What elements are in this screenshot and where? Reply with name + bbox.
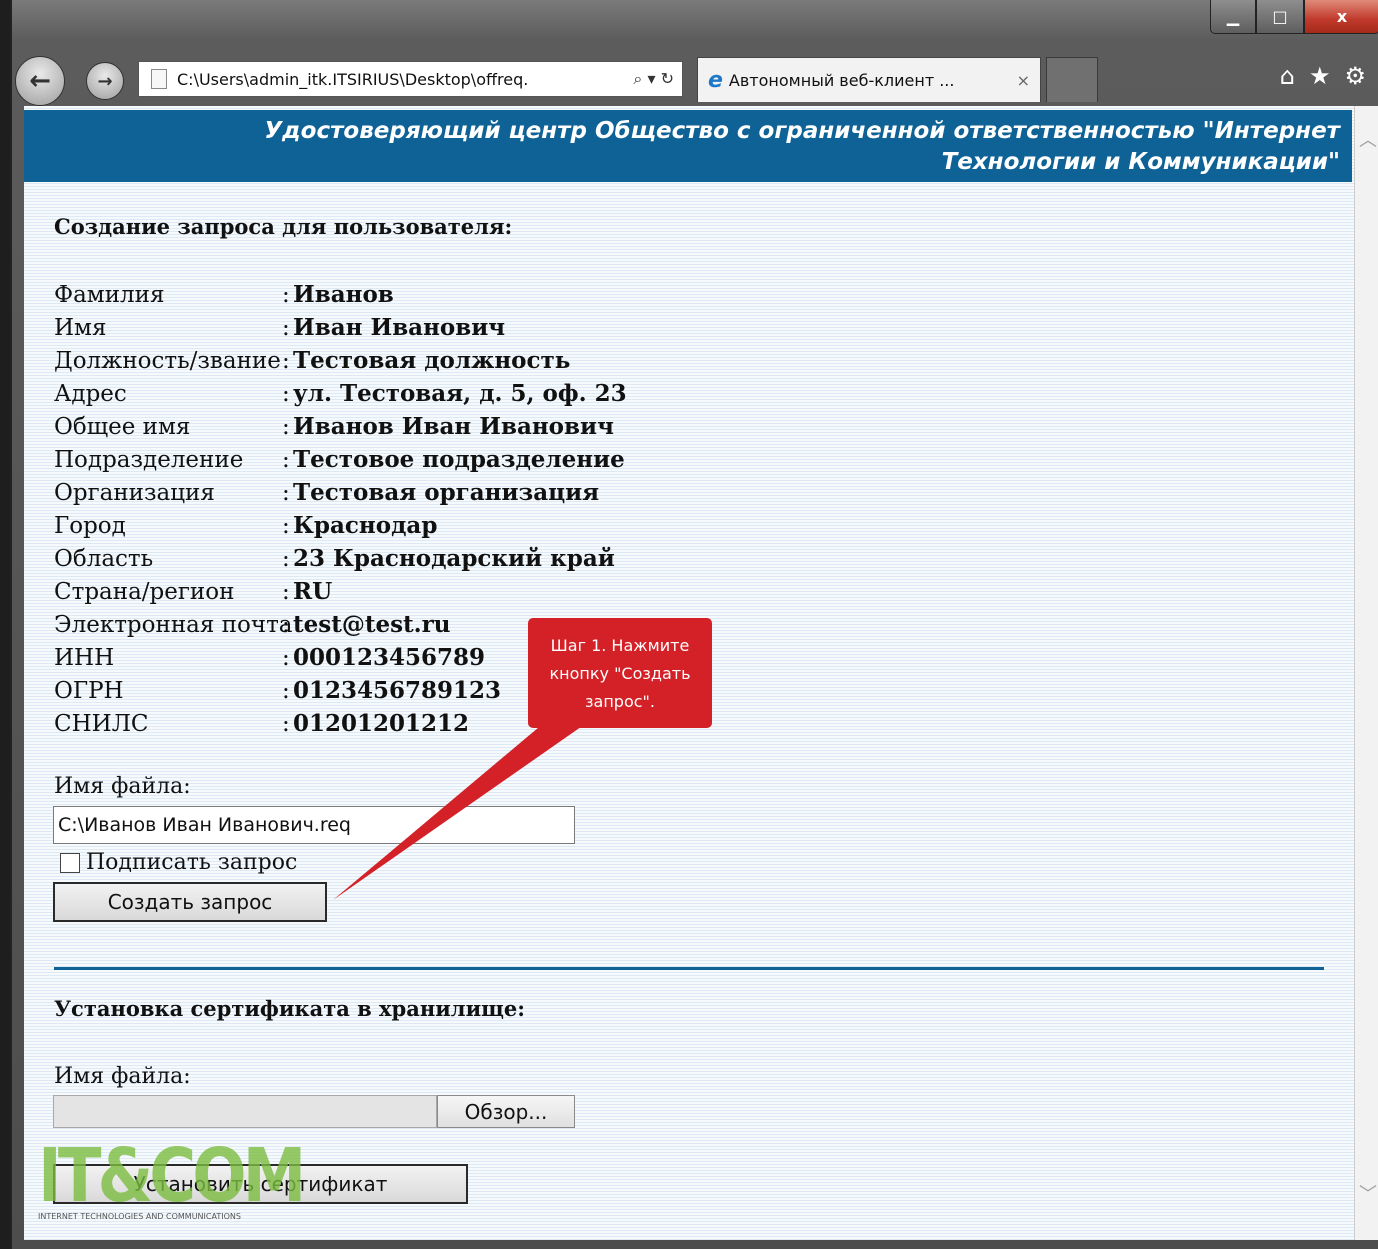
- field-separator: :: [282, 347, 290, 374]
- sign-request-checkbox[interactable]: [60, 852, 80, 873]
- field-label: ИНН: [54, 644, 115, 671]
- field-label: Имя: [54, 314, 107, 341]
- sign-request-label: Подписать запрос: [86, 850, 298, 875]
- certificate-file-input[interactable]: [53, 1095, 437, 1128]
- field-value: Тестовая организация: [293, 479, 600, 506]
- maximize-button[interactable]: □: [1256, 0, 1304, 34]
- field-separator: :: [282, 281, 290, 308]
- field-row: Адрес: ул. Тестовая, д. 5, оф. 23: [54, 377, 627, 410]
- create-request-button[interactable]: Создать запрос: [53, 882, 327, 922]
- section-divider: [54, 967, 1324, 970]
- logo-text: IT&COM: [38, 1134, 306, 1220]
- favorites-star-icon[interactable]: ★: [1309, 62, 1331, 90]
- field-value: Краснодар: [293, 512, 438, 539]
- field-separator: :: [282, 710, 290, 737]
- field-separator: :: [282, 677, 290, 704]
- field-label: Адрес: [54, 380, 127, 407]
- field-label: Город: [54, 512, 126, 539]
- field-value: Иван Иванович: [293, 314, 506, 341]
- address-bar[interactable]: C:\Users\admin_itk.ITSIRIUS\Desktop\offr…: [138, 61, 683, 97]
- field-value: 23 Краснодарский край: [293, 545, 615, 572]
- tab-close-icon[interactable]: ×: [1007, 71, 1040, 90]
- field-separator: :: [282, 611, 290, 638]
- field-row: Общее имя: Иванов Иван Иванович: [54, 410, 627, 443]
- sign-request-row[interactable]: Подписать запрос: [60, 850, 297, 875]
- field-value: 01201201212: [293, 710, 470, 737]
- logo-tagline: INTERNET TECHNOLOGIES AND COMMUNICATIONS: [38, 1212, 241, 1221]
- field-label: Область: [54, 545, 154, 572]
- field-separator: :: [282, 512, 290, 539]
- filename-input[interactable]: C:\Иванов Иван Иванович.req: [53, 806, 575, 844]
- callout-line-3: запрос".: [585, 692, 655, 711]
- window-caption-buttons: ▁ □ x: [1210, 0, 1378, 36]
- field-separator: :: [282, 578, 290, 605]
- field-label: Общее имя: [54, 413, 191, 440]
- field-row: Должность/звание: Тестовая должность: [54, 344, 627, 377]
- scroll-up-icon[interactable]: ︿: [1359, 126, 1377, 152]
- page-icon: [151, 69, 167, 89]
- field-label: Фамилия: [54, 281, 165, 308]
- field-label: Страна/регион: [54, 578, 235, 605]
- field-row: Организация: Тестовая организация: [54, 476, 627, 509]
- banner-line-2: Технологии и Коммуникации": [941, 149, 1340, 175]
- vertical-scrollbar[interactable]: ︿ ﹀: [1354, 106, 1378, 1240]
- field-label: Организация: [54, 479, 215, 506]
- tab-active[interactable]: e Автономный веб-клиент ... ×: [697, 57, 1041, 102]
- field-value: 0123456789123: [293, 677, 502, 704]
- tab-title: Автономный веб-клиент ...: [728, 70, 955, 90]
- step-callout: Шаг 1. Нажмите кнопку "Создать запрос".: [528, 618, 712, 728]
- field-label: Подразделение: [54, 446, 244, 473]
- ie-logo-icon: e: [708, 67, 723, 93]
- itcom-logo: IT&COM INTERNET TECHNOLOGIES AND COMMUNI…: [38, 1134, 306, 1222]
- banner-line-1: Удостоверяющий центр Общество с ограниче…: [264, 118, 1340, 144]
- field-value: test@test.ru: [293, 611, 451, 638]
- address-tools-icons[interactable]: ⌕ ▾ ↻: [625, 69, 682, 89]
- field-row: Страна/регион: RU: [54, 575, 627, 608]
- field-separator: :: [282, 644, 290, 671]
- field-value: RU: [293, 578, 333, 605]
- scroll-down-icon[interactable]: ﹀: [1359, 1180, 1377, 1206]
- minimize-button[interactable]: ▁: [1210, 0, 1256, 34]
- new-tab-button[interactable]: [1046, 57, 1098, 102]
- close-window-button[interactable]: x: [1304, 0, 1378, 34]
- field-row: Подразделение: Тестовое подразделение: [54, 443, 627, 476]
- field-separator: :: [282, 545, 290, 572]
- field-label: Электронная почта: [54, 611, 293, 638]
- field-separator: :: [282, 413, 290, 440]
- field-value: 000123456789: [293, 644, 486, 671]
- field-value: Тестовое подразделение: [293, 446, 625, 473]
- toolbar-icons: ⌂ ★ ⚙: [1280, 62, 1366, 90]
- callout-line-1: Шаг 1. Нажмите: [550, 636, 690, 655]
- field-separator: :: [282, 446, 290, 473]
- back-arrow-icon[interactable]: ←: [15, 56, 65, 106]
- field-row: Город: Краснодар: [54, 509, 627, 542]
- field-separator: :: [282, 314, 290, 341]
- field-value: Иванов: [293, 281, 394, 308]
- request-section-title: Создание запроса для пользователя:: [54, 214, 513, 239]
- field-value: Иванов Иван Иванович: [293, 413, 614, 440]
- field-row: Область:23 Краснодарский край: [54, 542, 627, 575]
- field-separator: :: [282, 479, 290, 506]
- callout-line-2: кнопку "Создать: [549, 664, 691, 683]
- ca-banner: Удостоверяющий центр Общество с ограниче…: [24, 110, 1352, 182]
- home-icon[interactable]: ⌂: [1280, 62, 1295, 90]
- field-separator: :: [282, 380, 290, 407]
- field-value: Тестовая должность: [293, 347, 571, 374]
- field-label: Должность/звание: [54, 347, 281, 374]
- field-label: СНИЛС: [54, 710, 149, 737]
- install-filename-label: Имя файла:: [54, 1064, 191, 1089]
- field-row: Фамилия: Иванов: [54, 278, 627, 311]
- field-label: ОГРН: [54, 677, 124, 704]
- browse-button[interactable]: Обзор...: [437, 1095, 575, 1128]
- address-url[interactable]: C:\Users\admin_itk.ITSIRIUS\Desktop\offr…: [177, 70, 625, 89]
- field-value: ул. Тестовая, д. 5, оф. 23: [293, 380, 627, 407]
- install-section-title: Установка сертификата в хранилище:: [54, 996, 526, 1021]
- settings-gear-icon[interactable]: ⚙: [1344, 62, 1366, 90]
- field-row: Имя: Иван Иванович: [54, 311, 627, 344]
- filename-label: Имя файла:: [54, 774, 191, 799]
- forward-arrow-icon[interactable]: →: [86, 62, 124, 100]
